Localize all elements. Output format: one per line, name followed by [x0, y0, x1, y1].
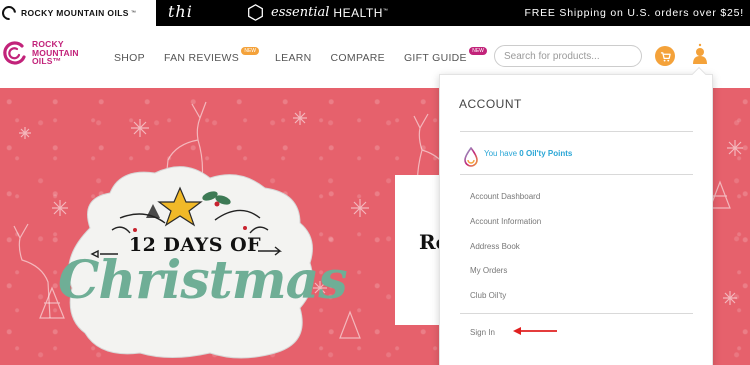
- my-orders-link[interactable]: My Orders: [470, 266, 507, 275]
- divider: [460, 313, 693, 314]
- oil-drop-icon: [464, 147, 478, 167]
- points-value[interactable]: 0 Oil'ty Points: [519, 149, 572, 158]
- search-input[interactable]: [494, 45, 642, 67]
- address-book-link[interactable]: Address Book: [470, 242, 520, 251]
- cart-button[interactable]: [655, 46, 675, 66]
- thi-brand-link[interactable]: thi: [168, 2, 193, 21]
- divider: [460, 174, 693, 175]
- club-oilty-link[interactable]: Club Oil'ty: [470, 291, 506, 300]
- rmo-swirl-logo-icon: [3, 41, 26, 65]
- christmas-script-text: Christmas: [58, 250, 348, 311]
- health-text: HEALTH™: [333, 5, 389, 20]
- nav-learn[interactable]: LEARN: [275, 52, 312, 64]
- essential-health-brand-link[interactable]: essential HEALTH™: [247, 4, 388, 21]
- essential-text: essential: [271, 5, 330, 20]
- rmo-trademark: ™: [130, 10, 136, 16]
- oilty-points-summary: You have 0 Oil'ty Points: [464, 147, 572, 167]
- nav-fan-reviews[interactable]: FAN REVIEWS NEW: [164, 47, 260, 64]
- account-dashboard-link[interactable]: Account Dashboard: [470, 192, 540, 201]
- divider: [460, 131, 693, 132]
- new-badge: NEW: [469, 47, 487, 55]
- hexagon-icon: [248, 4, 263, 21]
- account-dropdown: ACCOUNT You have 0 Oil'ty Points Account…: [439, 66, 713, 365]
- logo-text: ROCKY MOUNTAIN OILS™: [32, 39, 79, 67]
- sign-in-link[interactable]: Sign In: [470, 328, 495, 337]
- site-logo[interactable]: ROCKY MOUNTAIN OILS™: [2, 40, 79, 66]
- points-text: You have 0 Oil'ty Points: [484, 149, 573, 158]
- cart-icon: [660, 51, 671, 62]
- new-badge: NEW: [241, 47, 260, 55]
- annotation-arrow-icon: [513, 327, 557, 335]
- rocky-mountain-oils-brand-link[interactable]: ROCKY MOUNTAIN OILS ™: [0, 0, 156, 26]
- main-nav: SHOP FAN REVIEWS NEW LEARN COMPARE GIFT …: [114, 47, 487, 64]
- account-title: ACCOUNT: [459, 97, 522, 111]
- user-icon[interactable]: [692, 43, 708, 65]
- rmo-logo-icon: [0, 3, 19, 23]
- nav-shop[interactable]: SHOP: [114, 52, 145, 64]
- rmo-brand-text: ROCKY MOUNTAIN OILS: [21, 8, 129, 18]
- top-brand-bar: ROCKY MOUNTAIN OILS ™ thi essential HEAL…: [0, 0, 750, 26]
- nav-compare[interactable]: COMPARE: [331, 52, 385, 64]
- account-information-link[interactable]: Account Information: [470, 217, 541, 226]
- free-shipping-banner: FREE Shipping on U.S. orders over $25!: [524, 7, 744, 19]
- nav-gift-guide[interactable]: GIFT GUIDE NEW: [404, 47, 487, 64]
- promo-card[interactable]: Ro: [395, 175, 449, 325]
